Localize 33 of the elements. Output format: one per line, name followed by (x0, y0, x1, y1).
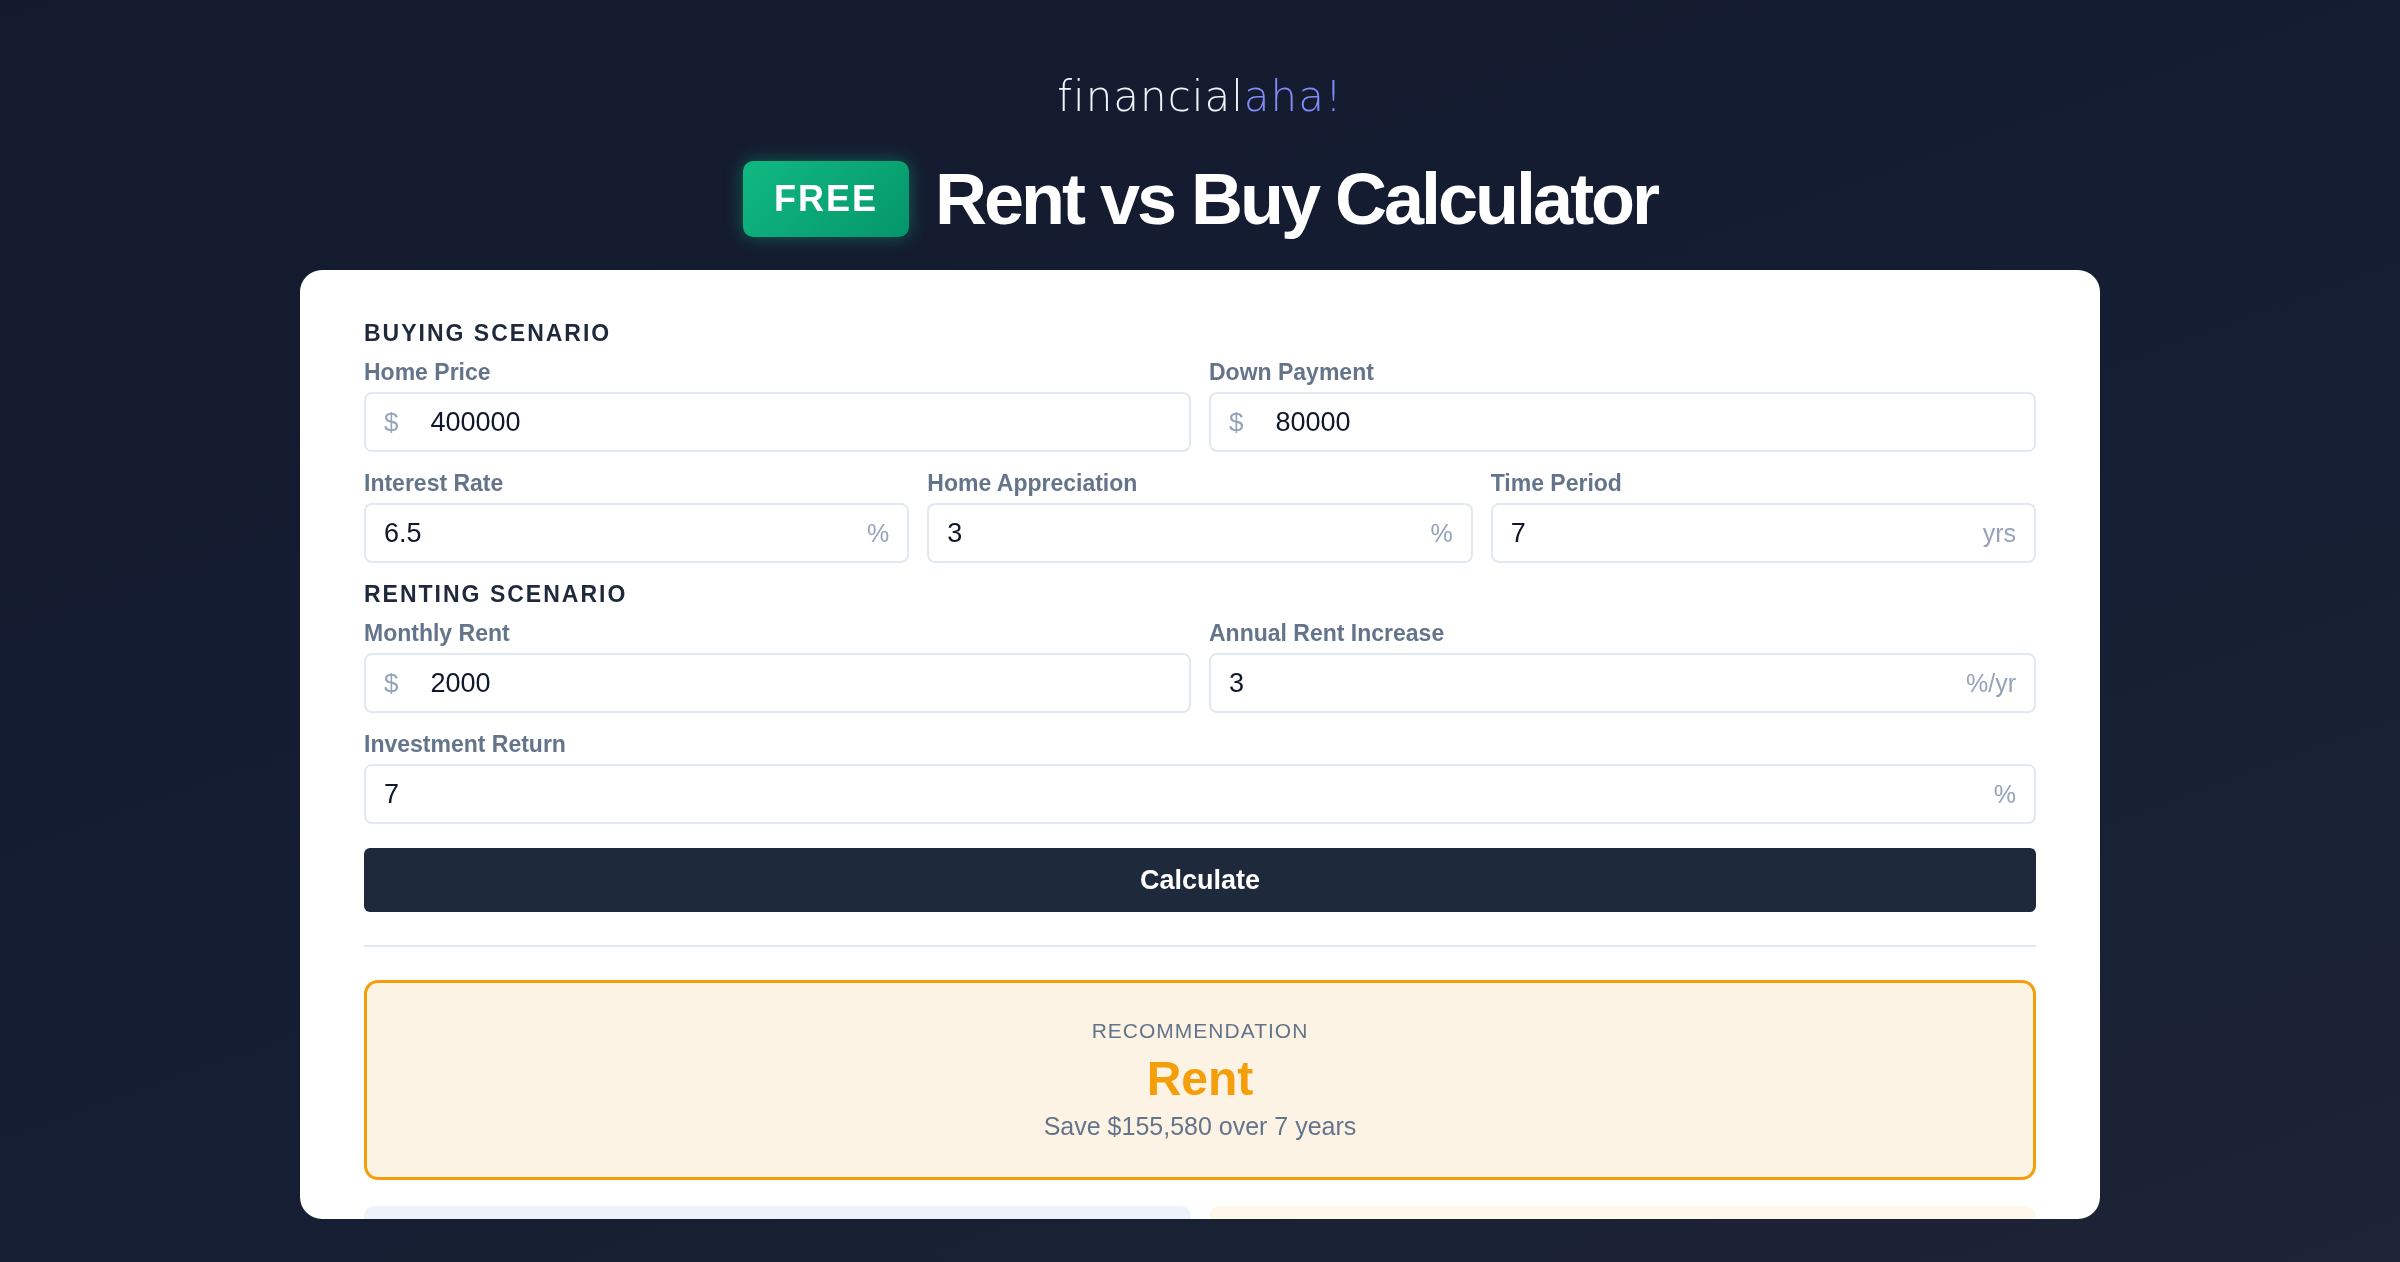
currency-prefix: $ (384, 667, 399, 699)
unit-suffix: %/yr (1966, 668, 2016, 698)
input-field[interactable]: $ 400000 (364, 392, 1191, 452)
input-field[interactable]: $ 80000 (1209, 392, 2036, 452)
input-field[interactable]: 3 % (927, 503, 1473, 563)
section-heading: BUYING SCENARIO (364, 320, 613, 347)
page-title: Rent vs Buy Calculator (934, 158, 1658, 240)
currency-prefix: $ (1229, 406, 1244, 438)
field-label: Home Appreciation (927, 470, 1139, 497)
field-label: Down Payment (1209, 359, 1375, 386)
field-label: Home Price (364, 359, 492, 386)
calculate-button[interactable]: Calculate (364, 848, 2036, 912)
input-field[interactable]: 7 yrs (1490, 503, 2036, 563)
input-field[interactable]: 6.5 % (364, 503, 910, 563)
field-label: Interest Rate (364, 470, 505, 497)
free-badge: FREE (742, 161, 909, 237)
field-label: Time Period (1490, 470, 1623, 497)
input-field[interactable]: 7 % (364, 764, 2036, 824)
input-field[interactable]: $ 2000 (364, 653, 1191, 713)
savings-summary: Save $155,580 over 7 years (1043, 1112, 1357, 1141)
recommendation-result: Rent (1146, 1051, 1254, 1106)
unit-suffix: % (1430, 518, 1453, 548)
currency-prefix: $ (384, 406, 399, 438)
unit-suffix: yrs (1982, 518, 2016, 548)
field-label: Annual Rent Increase (1209, 620, 1446, 647)
field-label: Investment Return (364, 731, 567, 758)
unit-suffix: % (1993, 779, 2016, 809)
recommendation-label: RECOMMENDATION (1091, 1019, 1309, 1043)
field-label: Monthly Rent (364, 620, 511, 647)
input-field[interactable]: 3 %/yr (1209, 653, 2036, 713)
unit-suffix: % (867, 518, 890, 548)
section-heading: RENTING SCENARIO (364, 581, 629, 608)
logo-text: financial aha! (1057, 76, 1343, 118)
